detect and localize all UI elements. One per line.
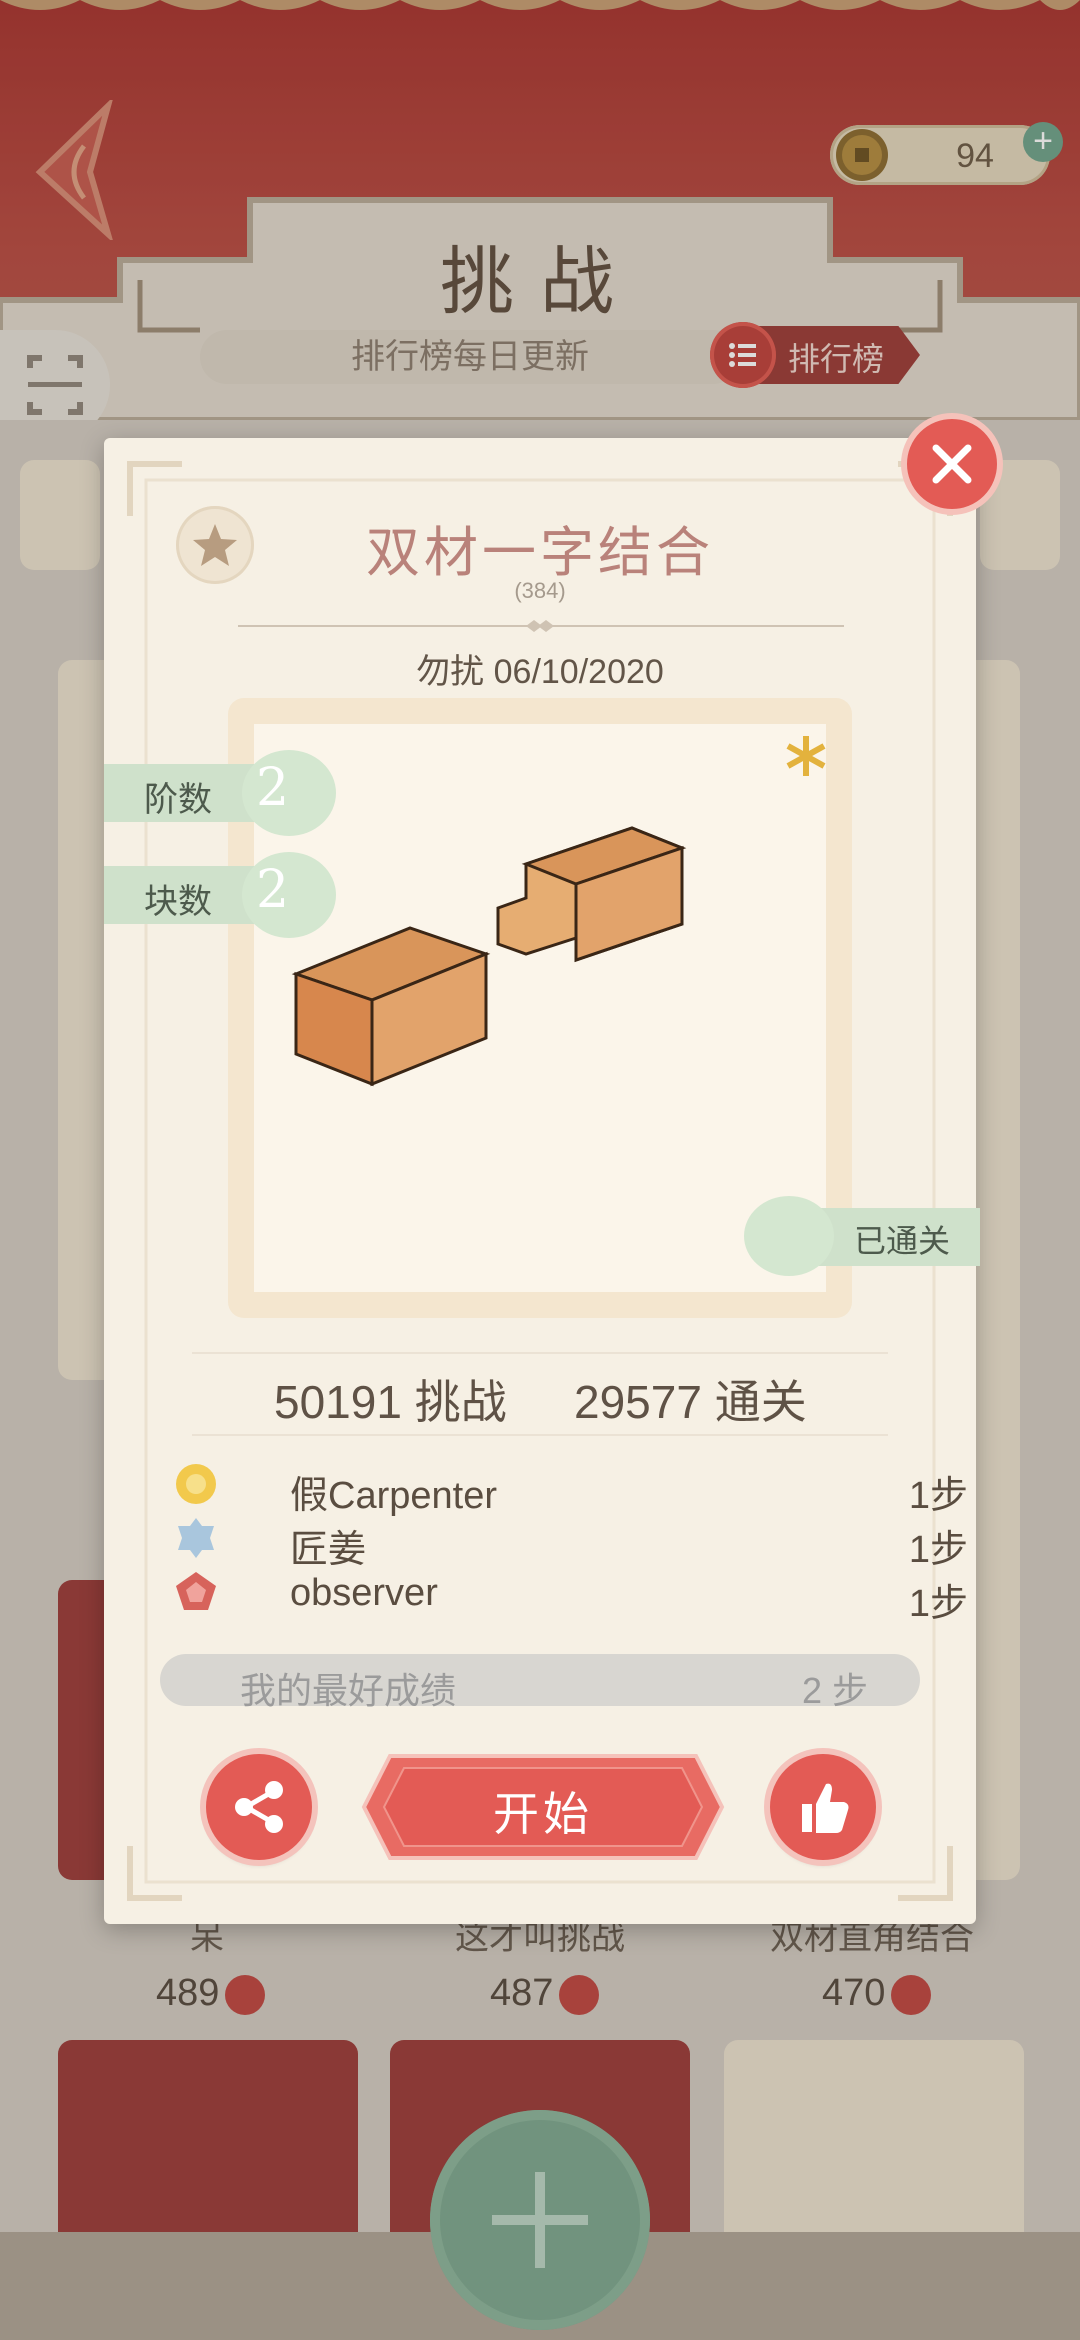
best-score-value: 2 步: [801, 1670, 868, 1711]
puzzle-stats: 50191 挑战 29577 通关: [192, 1352, 888, 1436]
pieces-value: 2: [256, 860, 290, 920]
order-value: 2: [256, 758, 290, 818]
leaderboard-steps: 1步: [908, 1475, 968, 1517]
my-best-score: 我的最好成绩 2 步: [160, 1654, 920, 1711]
author-date: 勿扰 06/10/2020: [416, 653, 664, 691]
start-label: 开始: [493, 1788, 593, 1840]
order-tag: 阶数 2: [104, 750, 340, 836]
puzzle-id: (384): [514, 578, 566, 603]
leaderboard-row: observer 1步: [174, 1566, 968, 1625]
like-button[interactable]: [770, 1754, 876, 1860]
thumbs-up-icon: [802, 1783, 849, 1833]
cleared-tag: 已通关: [744, 1194, 980, 1278]
leaderboard-row: 匠姜 1步: [174, 1512, 968, 1571]
cleared-label: 已通关: [854, 1223, 951, 1259]
puzzle-type-icon: [786, 736, 826, 776]
order-label: 阶数: [144, 781, 212, 819]
cleared-count: 29577 通关: [574, 1376, 807, 1428]
leaderboard-row: 假Carpenter 1步: [174, 1458, 968, 1517]
share-button[interactable]: [206, 1754, 312, 1860]
share-icon: [235, 1781, 283, 1833]
pieces-label: 块数: [144, 883, 212, 921]
leaderboard-steps: 1步: [908, 1529, 968, 1571]
start-button[interactable]: 开始: [360, 1750, 726, 1864]
divider: [238, 620, 844, 632]
puzzle-detail-dialog: 双材一字结合 (384) 勿扰 06/10/2020 50191 挑战 2957…: [104, 438, 976, 1924]
pieces-tag: 块数 2: [104, 852, 340, 938]
puzzle-title: 双材一字结合: [366, 521, 714, 584]
challenge-count: 50191 挑战: [274, 1376, 507, 1428]
leaderboard-steps: 1步: [908, 1583, 968, 1625]
best-score-label: 我的最好成绩: [240, 1670, 457, 1711]
close-button[interactable]: [900, 412, 1004, 516]
